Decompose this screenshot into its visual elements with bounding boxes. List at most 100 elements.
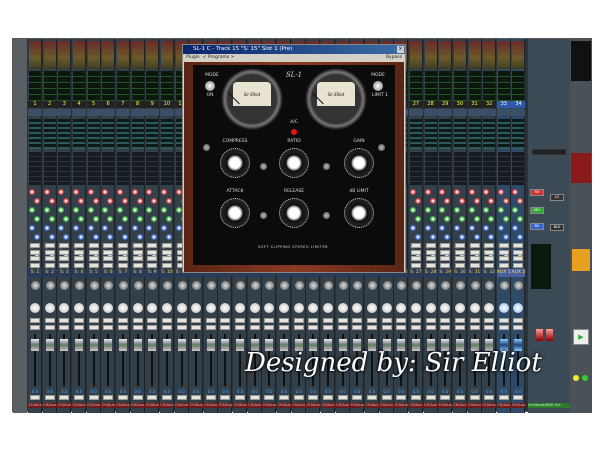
solo-button[interactable] xyxy=(147,318,158,323)
insert-slots[interactable] xyxy=(87,119,100,149)
eq-knob[interactable] xyxy=(439,225,446,231)
strip-label[interactable]: S: 9 xyxy=(145,269,160,277)
solo-button[interactable] xyxy=(498,318,509,323)
pan-knob[interactable] xyxy=(293,303,304,313)
eq-knob[interactable] xyxy=(107,234,114,240)
channel-slot[interactable] xyxy=(145,109,160,116)
eq-knob[interactable] xyxy=(429,216,436,222)
eq-knob[interactable] xyxy=(424,189,431,195)
master-label-ml[interactable]: ML xyxy=(530,223,544,230)
pan-knob[interactable] xyxy=(117,303,128,313)
insert-slots[interactable] xyxy=(512,119,525,149)
automation-button[interactable] xyxy=(176,395,187,400)
routing-button[interactable] xyxy=(161,256,172,261)
routing-button[interactable] xyxy=(88,243,99,248)
pan-knob[interactable] xyxy=(191,303,202,313)
pan-knob[interactable] xyxy=(484,303,495,313)
db-limit-knob[interactable] xyxy=(344,198,374,228)
pan-knob[interactable] xyxy=(161,303,172,313)
eq-knob[interactable] xyxy=(414,216,421,222)
output-label[interactable]: CH/Aux xyxy=(379,403,394,408)
master-label-blk[interactable]: BLK xyxy=(550,224,564,231)
send-slots[interactable] xyxy=(439,152,452,185)
eq-knob[interactable] xyxy=(444,198,451,204)
insert-slots[interactable] xyxy=(131,119,144,149)
mute-button[interactable] xyxy=(352,325,363,330)
eq-knob[interactable] xyxy=(453,225,460,231)
insert-slots[interactable] xyxy=(453,119,466,149)
routing-button[interactable] xyxy=(425,262,436,268)
gain-knob[interactable] xyxy=(118,281,128,290)
solo-button[interactable] xyxy=(279,318,290,323)
routing-button[interactable] xyxy=(498,262,509,268)
eq-knob[interactable] xyxy=(29,225,35,231)
automation-button[interactable] xyxy=(132,395,143,400)
solo-button[interactable] xyxy=(235,318,246,323)
send-slots[interactable] xyxy=(512,152,525,185)
eq-knob[interactable] xyxy=(136,216,143,222)
gain-knob[interactable] xyxy=(338,281,348,290)
routing-button[interactable] xyxy=(440,243,451,248)
eq-knob[interactable] xyxy=(92,216,99,222)
mute-button[interactable] xyxy=(30,325,40,330)
routing-button[interactable] xyxy=(59,249,70,255)
send-slots[interactable] xyxy=(160,152,173,185)
output-label[interactable]: CH/Aux xyxy=(511,403,526,408)
eq-knob[interactable] xyxy=(502,216,509,222)
eq-knob[interactable] xyxy=(87,225,94,231)
mute-button[interactable] xyxy=(381,325,392,330)
eq-knob[interactable] xyxy=(151,198,158,204)
solo-button[interactable] xyxy=(73,318,84,323)
gain-knob[interactable] xyxy=(236,281,246,290)
eq-knob[interactable] xyxy=(102,189,109,195)
automation-button[interactable] xyxy=(513,395,524,400)
eq-knob[interactable] xyxy=(43,189,50,195)
solo-button[interactable] xyxy=(469,318,480,323)
gain-knob[interactable] xyxy=(265,281,275,290)
insert-slots[interactable] xyxy=(439,119,452,149)
mute-button[interactable] xyxy=(454,325,465,330)
gain-knob[interactable] xyxy=(177,281,187,290)
mute-button[interactable] xyxy=(425,325,436,330)
mute-button[interactable] xyxy=(191,325,202,330)
solo-button[interactable] xyxy=(323,318,333,323)
channel-slot[interactable] xyxy=(86,109,101,116)
eq-knob[interactable] xyxy=(63,198,70,204)
mute-button[interactable] xyxy=(147,325,158,330)
gain-knob[interactable] xyxy=(470,281,480,290)
automation-button[interactable] xyxy=(88,395,99,400)
mute-button[interactable] xyxy=(176,325,187,330)
routing-button[interactable] xyxy=(73,256,84,261)
gain-knob[interactable] xyxy=(60,281,70,290)
routing-button[interactable] xyxy=(440,256,451,261)
plugin-title-bar[interactable]: SL-1 C - Track 15 "S: 15" Slot 1 (Pre) × xyxy=(183,45,405,54)
strip-label[interactable]: S: 29 xyxy=(438,269,453,277)
prev-program[interactable]: < xyxy=(203,55,207,60)
green-indicator[interactable] xyxy=(582,375,588,381)
pan-knob[interactable] xyxy=(337,303,348,313)
gain-knob[interactable] xyxy=(353,281,363,290)
output-label[interactable]: CH/Aux xyxy=(335,403,350,408)
routing-button[interactable] xyxy=(30,256,40,261)
gain-knob[interactable] xyxy=(411,281,421,290)
close-icon[interactable]: × xyxy=(397,46,404,53)
channel-fader[interactable] xyxy=(89,339,98,351)
eq-knob[interactable] xyxy=(512,225,519,231)
send-slots[interactable] xyxy=(58,152,71,185)
eq-knob[interactable] xyxy=(146,207,153,213)
pan-knob[interactable] xyxy=(132,303,143,313)
solo-button[interactable] xyxy=(176,318,187,323)
solo-button[interactable] xyxy=(59,318,70,323)
eq-knob[interactable] xyxy=(473,234,480,240)
channel-slot[interactable] xyxy=(452,109,467,116)
insert-slots[interactable] xyxy=(424,119,437,149)
send-slots[interactable] xyxy=(43,152,56,185)
solo-button[interactable] xyxy=(352,318,363,323)
routing-button[interactable] xyxy=(44,256,55,261)
eq-knob[interactable] xyxy=(409,225,416,231)
routing-button[interactable] xyxy=(425,249,436,255)
eq-knob[interactable] xyxy=(429,198,436,204)
routing-button[interactable] xyxy=(440,249,451,255)
gain-knob[interactable] xyxy=(294,281,304,290)
routing-button[interactable] xyxy=(44,243,55,248)
